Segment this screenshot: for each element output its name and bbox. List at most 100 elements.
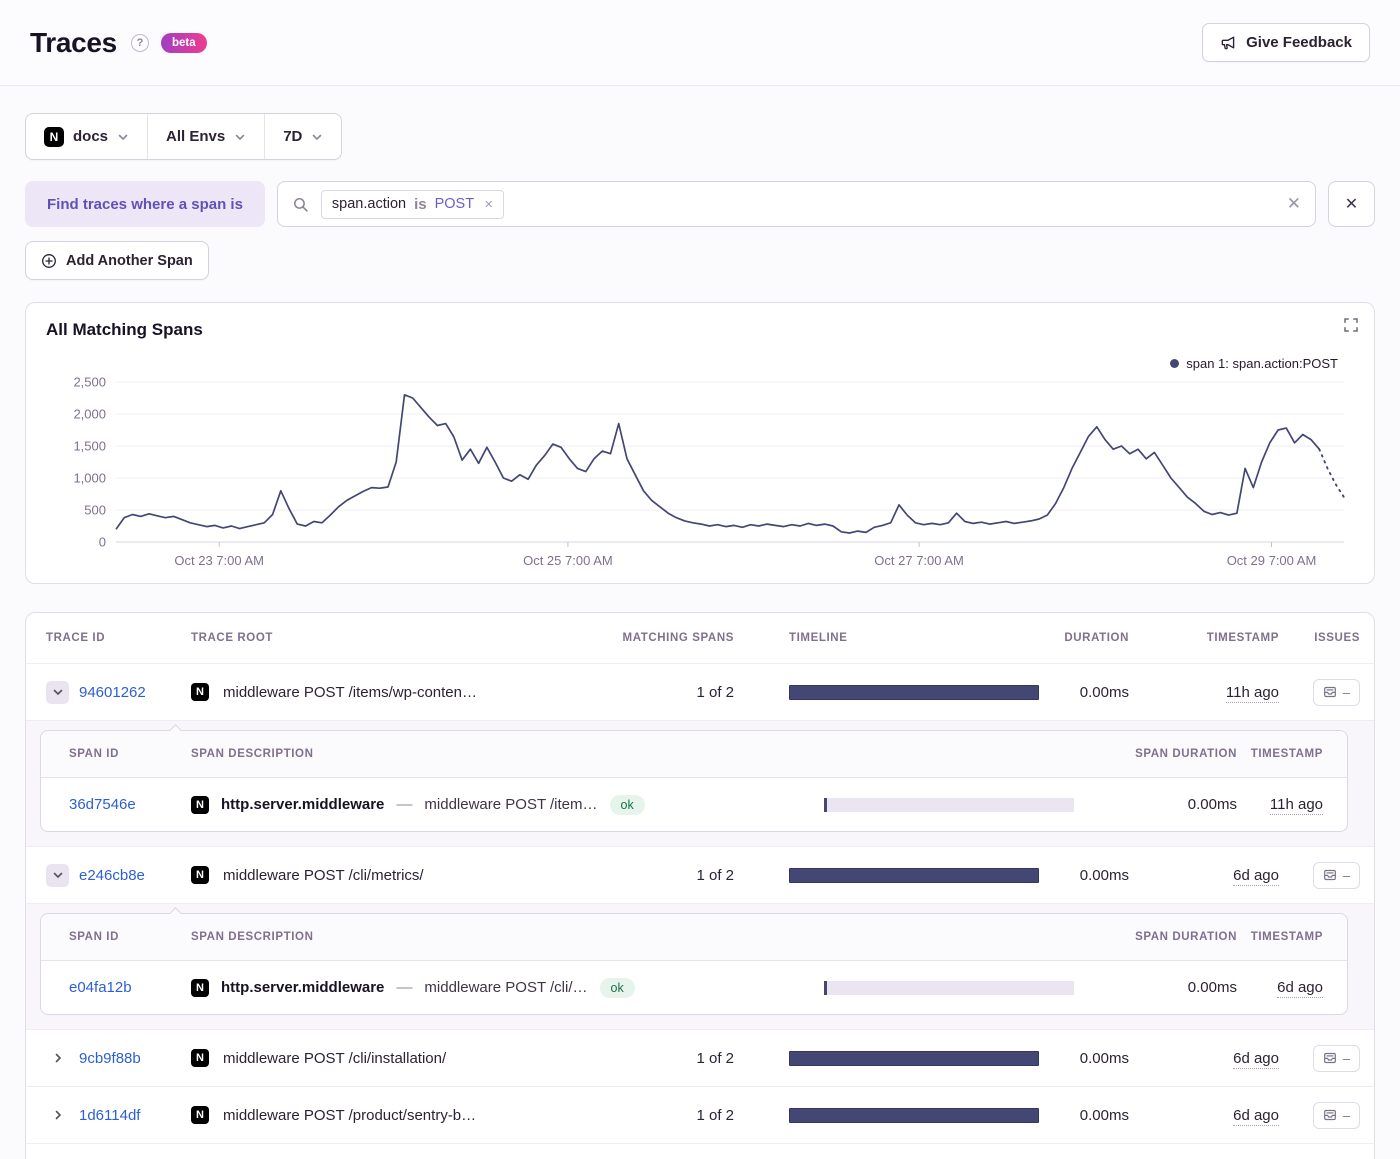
trace-row[interactable]: e246cb8e N middleware POST /cli/metrics/… [26,846,1374,903]
project-filter[interactable]: N docs [26,114,147,159]
expand-trace-icon[interactable] [46,1047,69,1070]
page-header: Traces ? beta Give Feedback [0,0,1400,86]
legend-series-dot [1170,359,1179,368]
col-span-duration: SPAN DURATION [1122,931,1237,943]
y-axis-tick-label: 1,000 [73,471,106,486]
search-clear-icon[interactable]: ✕ [1287,194,1301,214]
all-matching-spans-chart-card: All Matching Spans span 1: span.action:P… [25,302,1375,584]
span-id-link[interactable]: 36d7546e [69,796,136,813]
span-timestamp[interactable]: 6d ago [1277,979,1323,998]
x-axis-tick-label: Oct 25 7:00 AM [523,553,613,568]
chart-line-solid [116,395,1319,533]
span-row[interactable]: 36d7546e N http.server.middleware — midd… [41,778,1347,831]
trace-timestamp[interactable]: 6d ago [1233,867,1279,886]
trace-timeline-bar[interactable] [789,685,1039,700]
col-span-description: SPAN DESCRIPTION [191,748,822,760]
trace-timeline-bar[interactable] [789,868,1039,883]
span-duration: 0.00ms [1122,979,1237,996]
trace-issues-button[interactable]: – [1313,862,1360,889]
matching-spans-count: 1 of 2 [604,867,734,884]
spans-subtable: SPAN ID SPAN DESCRIPTION SPAN DURATION T… [40,730,1348,832]
span-search-row: Find traces where a span is span.action … [25,181,1375,227]
matching-spans-count: 1 of 2 [604,1107,734,1124]
nextjs-platform-icon: N [191,1049,209,1067]
trace-duration: 0.00ms [1034,1107,1129,1124]
trace-row[interactable]: 5b72a6bf N middleware POST /security-leg… [26,1143,1374,1159]
spans-subtable-header: SPAN ID SPAN DESCRIPTION SPAN DURATION T… [41,914,1347,961]
trace-issues-button[interactable]: – [1313,1102,1360,1129]
nextjs-platform-icon: N [191,866,209,884]
help-icon[interactable]: ? [131,34,149,52]
col-issues: ISSUES [1279,632,1374,644]
trace-issues-button[interactable]: – [1313,679,1360,706]
col-trace-id: TRACE ID [26,632,191,644]
trace-timestamp[interactable]: 11h ago [1226,684,1279,703]
trace-issues-button[interactable]: – [1313,1045,1360,1072]
chevron-down-icon [234,131,246,143]
trace-timeline-bar[interactable] [789,1051,1039,1066]
expanded-spans-panel: SPAN ID SPAN DESCRIPTION SPAN DURATION T… [26,720,1374,846]
collapse-trace-icon[interactable] [46,864,69,887]
x-axis-tick-label: Oct 29 7:00 AM [1227,553,1317,568]
trace-id-link[interactable]: 1d6114df [79,1107,140,1124]
trace-root-text: middleware POST /cli/installation/ [223,1050,446,1067]
add-another-span-button[interactable]: Add Another Span [25,241,209,280]
span-search-input[interactable]: span.action is POST ✕ ✕ [277,181,1316,227]
issues-count-dash: – [1343,868,1350,883]
description-separator: — [396,979,412,997]
trace-duration: 0.00ms [1034,867,1129,884]
trace-timestamp[interactable]: 6d ago [1233,1107,1279,1126]
trace-row[interactable]: 9cb9f88b N middleware POST /cli/installa… [26,1029,1374,1086]
chart-legend: span 1: span.action:POST [1170,356,1338,371]
collapse-trace-icon[interactable] [46,681,69,704]
chevron-down-icon [117,131,129,143]
span-row[interactable]: e04fa12b N http.server.middleware — midd… [41,961,1347,1014]
search-filter-chip[interactable]: span.action is POST ✕ [321,190,504,219]
trace-root-text: middleware POST /items/wp-conten… [223,684,477,701]
col-span-timestamp: TIMESTAMP [1237,931,1347,943]
megaphone-icon [1220,34,1237,51]
col-span-id: SPAN ID [41,931,191,943]
trace-row[interactable]: 1d6114df N middleware POST /product/sent… [26,1086,1374,1143]
fullscreen-icon[interactable] [1344,318,1358,332]
span-duration: 0.00ms [1122,796,1237,813]
remove-span-query-button[interactable]: ✕ [1328,181,1375,227]
traces-table: TRACE ID TRACE ROOT MATCHING SPANS TIMEL… [25,612,1375,1159]
page-filter-bar: N docs All Envs 7D [25,113,342,160]
trace-timeline-bar[interactable] [789,1108,1039,1123]
issues-count-dash: – [1343,1108,1350,1123]
nextjs-platform-icon: N [191,979,209,997]
chip-remove-icon[interactable]: ✕ [484,198,493,211]
span-duration-fill [824,981,827,995]
issues-inbox-icon [1323,868,1337,882]
span-duration-bar[interactable] [824,798,1074,812]
chevron-down-icon [311,131,323,143]
span-id-link[interactable]: e04fa12b [69,979,132,996]
nextjs-project-icon: N [44,127,64,147]
chart-line-dotted-tail [1319,449,1344,497]
trace-timestamp[interactable]: 6d ago [1233,1050,1279,1069]
issues-inbox-icon [1323,1051,1337,1065]
traces-table-body: 94601262 N middleware POST /items/wp-con… [26,663,1374,1159]
span-timestamp[interactable]: 11h ago [1270,796,1323,815]
trace-id-link[interactable]: e246cb8e [79,867,145,884]
expand-trace-icon[interactable] [46,1104,69,1127]
environment-filter[interactable]: All Envs [147,114,264,159]
date-range-filter[interactable]: 7D [264,114,341,159]
trace-id-link[interactable]: 94601262 [79,684,146,701]
give-feedback-button[interactable]: Give Feedback [1202,23,1370,62]
description-separator: — [396,796,412,814]
col-span-duration: SPAN DURATION [1122,748,1237,760]
nextjs-platform-icon: N [191,1106,209,1124]
y-axis-tick-label: 2,500 [73,375,106,390]
trace-id-link[interactable]: 9cb9f88b [79,1050,141,1067]
trace-row[interactable]: 94601262 N middleware POST /items/wp-con… [26,663,1374,720]
span-duration-bar[interactable] [824,981,1074,995]
issues-count-dash: – [1343,685,1350,700]
y-axis-tick-label: 2,000 [73,407,106,422]
span-description-text: middleware POST /item… [424,796,597,813]
trace-duration: 0.00ms [1034,1050,1129,1067]
spans-subtable: SPAN ID SPAN DESCRIPTION SPAN DURATION T… [40,913,1348,1015]
col-span-timestamp: TIMESTAMP [1237,748,1347,760]
line-chart[interactable]: 05001,0001,5002,0002,500Oct 23 7:00 AMOc… [46,374,1354,575]
